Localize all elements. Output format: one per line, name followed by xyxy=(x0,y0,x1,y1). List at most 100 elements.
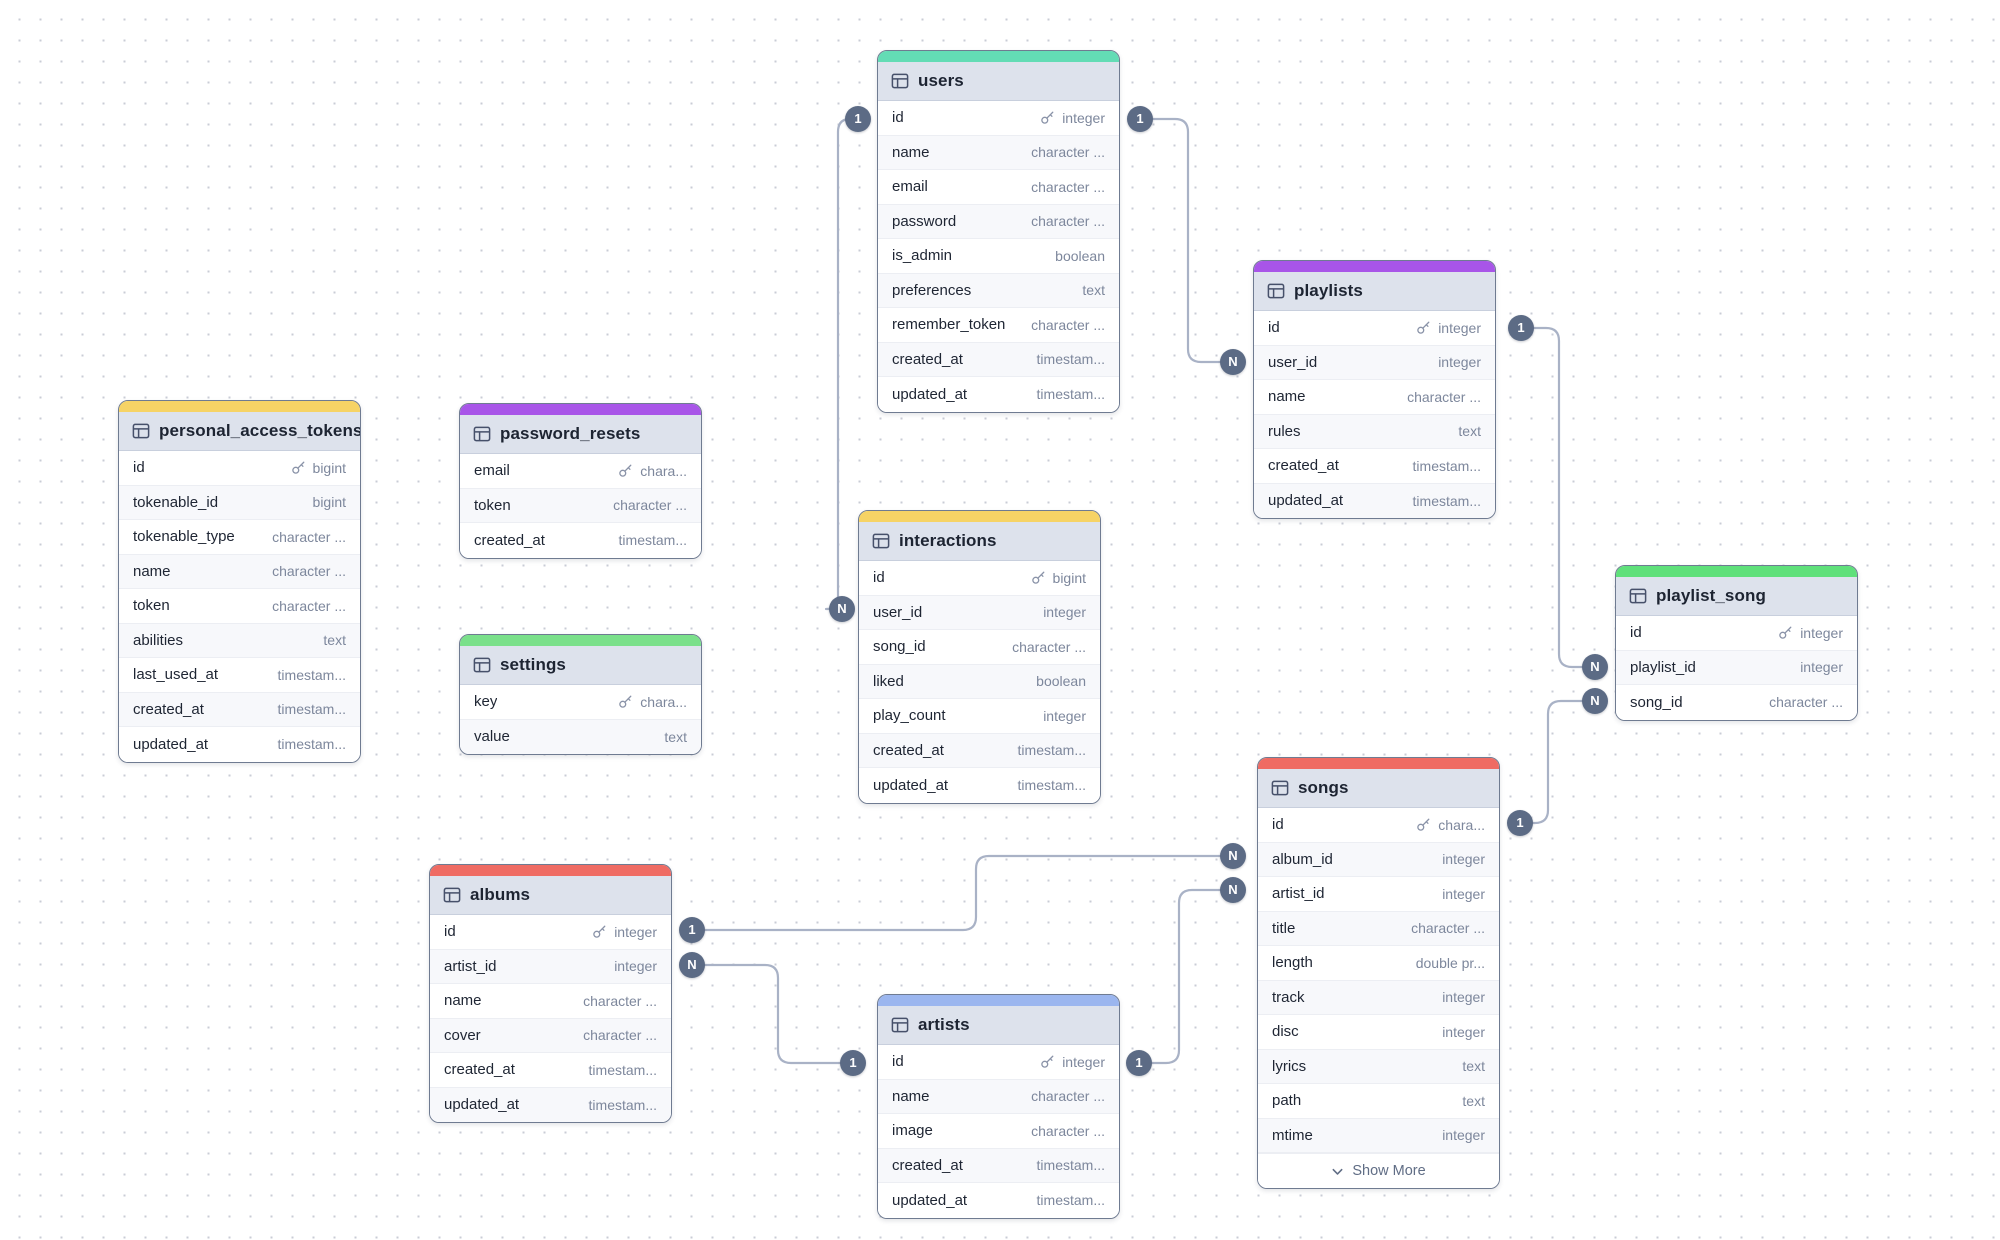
column-row[interactable]: last_used_at timestam... xyxy=(119,658,360,693)
column-row[interactable]: password character ... xyxy=(878,204,1119,239)
column-row[interactable]: artist_id integer xyxy=(1258,877,1499,912)
table-header-personal_access_tokens[interactable]: personal_access_tokens xyxy=(119,412,360,451)
column-row[interactable]: created_at timestam... xyxy=(1254,449,1495,484)
column-row[interactable]: created_at timestam... xyxy=(859,733,1100,768)
column-row[interactable]: updated_at timestam... xyxy=(859,768,1100,803)
column-row[interactable]: updated_at timestam... xyxy=(119,727,360,762)
table-node-settings[interactable]: settings key chara... value text xyxy=(459,634,702,755)
column-row[interactable]: song_id character ... xyxy=(1616,685,1857,720)
table-header-playlist_song[interactable]: playlist_song xyxy=(1616,577,1857,616)
column-type: integer xyxy=(1043,707,1086,724)
column-meta: character ... xyxy=(272,529,346,545)
cardinality-badge-artists-songs-from: 1 xyxy=(1126,1050,1152,1076)
column-meta: character ... xyxy=(1031,1088,1105,1104)
column-row[interactable]: disc integer xyxy=(1258,1015,1499,1050)
column-type: integer xyxy=(1442,885,1485,902)
column-row[interactable]: id integer xyxy=(1616,616,1857,651)
column-row[interactable]: token character ... xyxy=(460,488,701,523)
column-meta: timestam... xyxy=(619,532,687,548)
column-row[interactable]: email character ... xyxy=(878,170,1119,205)
column-row[interactable]: user_id integer xyxy=(1254,345,1495,380)
table-header-users[interactable]: users xyxy=(878,62,1119,101)
column-row[interactable]: created_at timestam... xyxy=(460,523,701,558)
column-name: play_count xyxy=(873,707,946,725)
column-row[interactable]: song_id character ... xyxy=(859,630,1100,665)
table-node-artists[interactable]: artists id integer name character ... image ch… xyxy=(877,994,1120,1219)
table-header-settings[interactable]: settings xyxy=(460,646,701,685)
column-name: remember_token xyxy=(892,316,1006,334)
column-row[interactable]: remember_token character ... xyxy=(878,308,1119,343)
column-row[interactable]: lyrics text xyxy=(1258,1049,1499,1084)
column-row[interactable]: cover character ... xyxy=(430,1018,671,1053)
column-type: timestam... xyxy=(277,736,346,753)
column-name: password xyxy=(892,212,957,230)
column-row[interactable]: updated_at timestam... xyxy=(878,377,1119,412)
column-row[interactable]: album_id integer xyxy=(1258,842,1499,877)
show-more-label: Show More xyxy=(1352,1163,1426,1179)
column-row[interactable]: preferences text xyxy=(878,273,1119,308)
column-row[interactable]: updated_at timestam... xyxy=(430,1087,671,1122)
column-row[interactable]: tokenable_id bigint xyxy=(119,485,360,520)
table-node-users[interactable]: users id integer name character ... email char… xyxy=(877,50,1120,413)
column-row[interactable]: artist_id integer xyxy=(430,949,671,984)
column-row[interactable]: name character ... xyxy=(1254,380,1495,415)
table-header-artists[interactable]: artists xyxy=(878,1006,1119,1045)
column-row[interactable]: updated_at timestam... xyxy=(878,1183,1119,1218)
column-row[interactable]: email chara... xyxy=(460,454,701,489)
table-accent-bar xyxy=(859,511,1100,522)
table-node-personal_access_tokens[interactable]: personal_access_tokens id bigint tokenable_… xyxy=(118,400,361,763)
column-row[interactable]: liked boolean xyxy=(859,664,1100,699)
column-row[interactable]: name character ... xyxy=(119,554,360,589)
table-header-playlists[interactable]: playlists xyxy=(1254,272,1495,311)
column-row[interactable]: created_at timestam... xyxy=(430,1053,671,1088)
column-row[interactable]: path text xyxy=(1258,1084,1499,1119)
table-header-password_resets[interactable]: password_resets xyxy=(460,415,701,454)
table-node-albums[interactable]: albums id integer artist_id integer name chara… xyxy=(429,864,672,1123)
column-row[interactable]: play_count integer xyxy=(859,699,1100,734)
column-row[interactable]: id integer xyxy=(1254,311,1495,346)
column-type: timestam... xyxy=(1412,457,1481,474)
column-row[interactable]: name character ... xyxy=(430,984,671,1019)
table-accent-bar xyxy=(1616,566,1857,577)
column-row[interactable]: rules text xyxy=(1254,414,1495,449)
table-node-playlists[interactable]: playlists id integer user_id integer name char… xyxy=(1253,260,1496,519)
column-row[interactable]: playlist_id integer xyxy=(1616,650,1857,685)
column-row[interactable]: created_at timestam... xyxy=(878,1148,1119,1183)
column-row[interactable]: created_at timestam... xyxy=(119,692,360,727)
column-row[interactable]: token character ... xyxy=(119,589,360,624)
column-meta: character ... xyxy=(613,497,687,513)
table-node-password_resets[interactable]: password_resets email chara... token charact… xyxy=(459,403,702,559)
column-row[interactable]: mtime integer xyxy=(1258,1118,1499,1153)
table-header-interactions[interactable]: interactions xyxy=(859,522,1100,561)
column-row[interactable]: abilities text xyxy=(119,623,360,658)
table-node-songs[interactable]: songs id chara... album_id integer artist_id i… xyxy=(1257,757,1500,1189)
column-row[interactable]: id integer xyxy=(878,101,1119,136)
column-row[interactable]: length double pr... xyxy=(1258,946,1499,981)
column-row[interactable]: key chara... xyxy=(460,685,701,720)
table-node-playlist_song[interactable]: playlist_song id integer playlist_id integer… xyxy=(1615,565,1858,721)
column-row[interactable]: value text xyxy=(460,719,701,754)
column-row[interactable]: updated_at timestam... xyxy=(1254,483,1495,518)
column-row[interactable]: tokenable_type character ... xyxy=(119,520,360,555)
table-header-albums[interactable]: albums xyxy=(430,876,671,915)
schema-diagram-canvas[interactable]: users id integer name character ... email char… xyxy=(0,0,2000,1240)
column-row[interactable]: created_at timestam... xyxy=(878,342,1119,377)
column-meta: boolean xyxy=(1055,248,1105,264)
column-row[interactable]: user_id integer xyxy=(859,595,1100,630)
column-row[interactable]: is_admin boolean xyxy=(878,239,1119,274)
column-row[interactable]: name character ... xyxy=(878,135,1119,170)
column-row[interactable]: image character ... xyxy=(878,1114,1119,1149)
column-row[interactable]: id integer xyxy=(878,1045,1119,1080)
column-type: timestam... xyxy=(1017,777,1086,794)
column-row[interactable]: id integer xyxy=(430,915,671,950)
column-row[interactable]: id bigint xyxy=(859,561,1100,596)
column-row[interactable]: title character ... xyxy=(1258,911,1499,946)
column-row[interactable]: track integer xyxy=(1258,980,1499,1015)
column-row[interactable]: name character ... xyxy=(878,1079,1119,1114)
column-row[interactable]: id bigint xyxy=(119,451,360,486)
column-row[interactable]: id chara... xyxy=(1258,808,1499,843)
show-more-button[interactable]: Show More xyxy=(1258,1153,1499,1188)
table-header-songs[interactable]: songs xyxy=(1258,769,1499,808)
column-name: cover xyxy=(444,1026,481,1044)
table-node-interactions[interactable]: interactions id bigint user_id integer song_i… xyxy=(858,510,1101,804)
